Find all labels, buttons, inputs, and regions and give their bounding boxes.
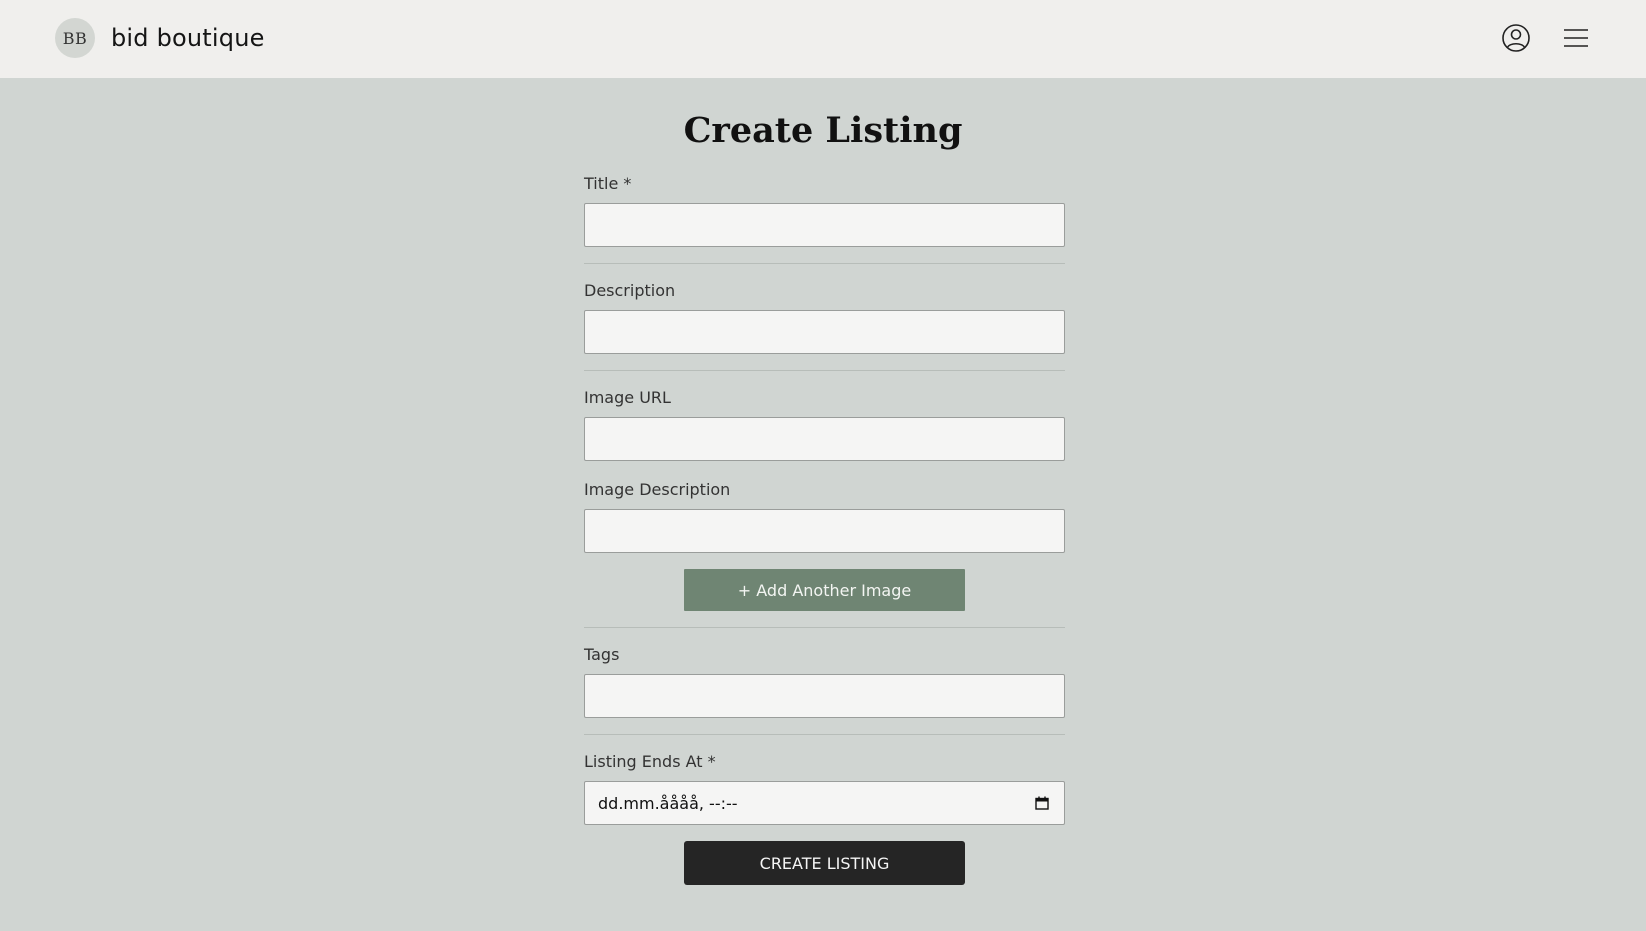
brand-link[interactable]: BB bid boutique xyxy=(55,18,265,58)
logo-badge: BB xyxy=(55,18,95,58)
hamburger-menu-icon[interactable] xyxy=(1560,22,1592,54)
image-url-label: Image URL xyxy=(584,388,671,407)
title-label: Title * xyxy=(584,174,632,193)
brand-name: bid boutique xyxy=(111,24,265,52)
description-label: Description xyxy=(584,281,676,300)
image-url-input[interactable] xyxy=(584,417,1065,461)
title-input[interactable] xyxy=(584,203,1065,247)
ends-at-label: Listing Ends At * xyxy=(584,752,716,771)
create-listing-form: Title * Description Image URL Image Desc… xyxy=(584,174,1065,885)
image-description-label: Image Description xyxy=(584,480,731,499)
user-circle-icon[interactable] xyxy=(1500,22,1532,54)
ends-at-datetime-input[interactable]: dd.mm.åååå, --:-- xyxy=(584,781,1065,825)
tags-input[interactable] xyxy=(584,674,1065,718)
tags-label: Tags xyxy=(584,645,620,664)
add-image-button[interactable]: + Add Another Image xyxy=(684,569,965,611)
calendar-icon[interactable] xyxy=(1033,794,1051,812)
create-listing-button[interactable]: CREATE LISTING xyxy=(684,841,965,885)
page-title: Create Listing xyxy=(683,110,963,151)
top-header: BB bid boutique xyxy=(0,0,1646,78)
image-description-input[interactable] xyxy=(584,509,1065,553)
ends-at-placeholder: dd.mm.åååå, --:-- xyxy=(598,793,738,813)
description-input[interactable] xyxy=(584,310,1065,354)
